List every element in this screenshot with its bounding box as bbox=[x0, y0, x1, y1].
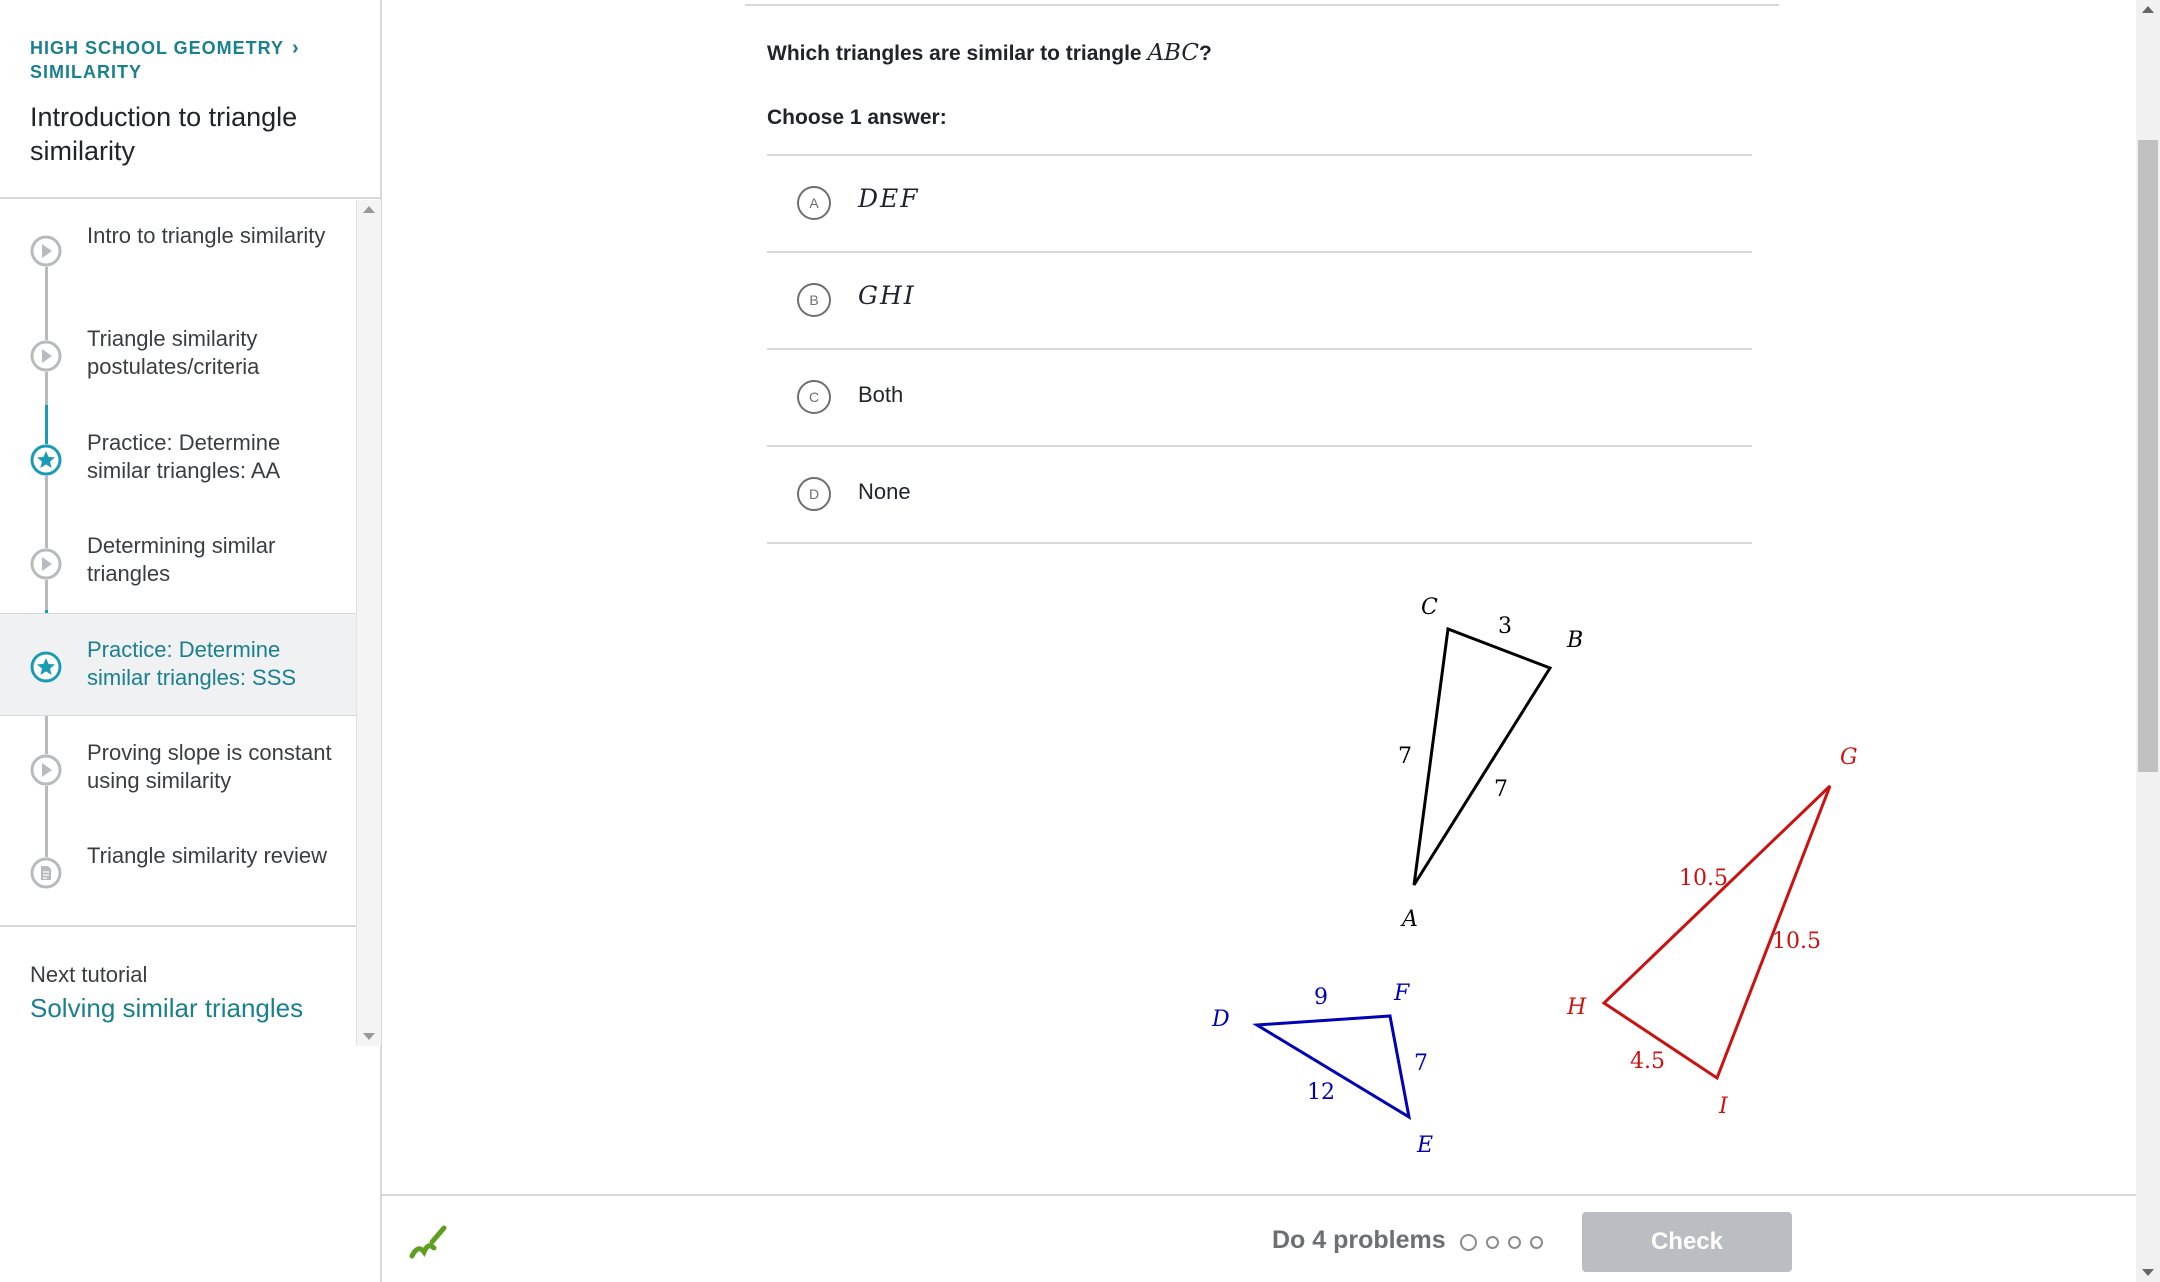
next-tutorial-link[interactable]: Solving similar triangles bbox=[30, 993, 303, 1024]
star-icon bbox=[30, 651, 62, 683]
play-icon bbox=[30, 754, 62, 786]
sidebar-item-review[interactable]: Triangle similarity review bbox=[0, 820, 356, 923]
tutorial-list: Intro to triangle similarity Triangle si… bbox=[0, 200, 356, 925]
breadcrumb-unit[interactable]: SIMILARITY bbox=[30, 62, 142, 82]
question-prompt: Which triangles are similar to triangle … bbox=[767, 40, 1212, 66]
choice-bubble[interactable]: C bbox=[797, 380, 831, 414]
vertex-i-label: I bbox=[1718, 1094, 1729, 1119]
sidebar-item-label: Practice: Determine similar triangles: A… bbox=[87, 430, 281, 483]
sidebar-header: HIGH SCHOOL GEOMETRY › SIMILARITY Introdu… bbox=[30, 36, 360, 168]
scroll-up-icon[interactable] bbox=[363, 206, 375, 213]
vertex-e-label: E bbox=[1416, 1133, 1433, 1158]
choice-text: None bbox=[858, 479, 911, 504]
progress-dots bbox=[1460, 1234, 1552, 1256]
triangle-def: D E F 9 7 12 bbox=[1211, 981, 1433, 1158]
answer-choice-c[interactable]: C Both bbox=[767, 348, 1752, 445]
side-cb-label: 3 bbox=[1498, 614, 1512, 639]
question-text: Which triangles are similar to triangle bbox=[767, 42, 1148, 65]
page-scrollbar[interactable] bbox=[2136, 0, 2160, 1282]
exercise-area: Which triangles are similar to triangle … bbox=[382, 0, 2136, 1194]
answer-choice-a[interactable]: A DEF bbox=[767, 154, 1752, 251]
sidebar-item-determining[interactable]: Determining similar triangles bbox=[0, 510, 356, 613]
pencil-icon[interactable] bbox=[408, 1222, 448, 1267]
breadcrumb-course[interactable]: HIGH SCHOOL GEOMETRY bbox=[30, 38, 284, 58]
side-ac-label: 7 bbox=[1398, 744, 1412, 769]
sidebar-scrollbar[interactable] bbox=[356, 200, 381, 1046]
triangle-abc: A B C 7 3 7 bbox=[1398, 595, 1583, 932]
vertex-f-label: F bbox=[1393, 981, 1410, 1006]
choice-bubble[interactable]: D bbox=[797, 477, 831, 511]
sidebar: HIGH SCHOOL GEOMETRY › SIMILARITY Introdu… bbox=[0, 0, 382, 1282]
sidebar-item-label: Proving slope is constant using similari… bbox=[87, 740, 332, 793]
choose-instruction: Choose 1 answer: bbox=[767, 106, 947, 129]
problem-count-label: Do 4 problems bbox=[1272, 1226, 1446, 1254]
side-hg-label: 10.5 bbox=[1679, 866, 1728, 891]
scroll-up-icon[interactable] bbox=[2142, 6, 2154, 13]
side-df-label: 9 bbox=[1314, 985, 1328, 1010]
sidebar-item-label: Practice: Determine similar triangles: S… bbox=[87, 637, 297, 690]
side-hi-label: 4.5 bbox=[1630, 1049, 1665, 1074]
answer-choice-d[interactable]: D None bbox=[767, 445, 1752, 544]
sidebar-item-postulates[interactable]: Triangle similarity postulates/criteria bbox=[0, 303, 356, 406]
side-ab-label: 7 bbox=[1494, 777, 1508, 802]
exercise-footer: Do 4 problems Check bbox=[382, 1194, 2136, 1282]
divider bbox=[0, 925, 356, 927]
sidebar-item-practice-aa[interactable]: Practice: Determine similar triangles: A… bbox=[0, 407, 356, 510]
triangle-ghi: G H I 10.5 10.5 4.5 bbox=[1566, 745, 1858, 1119]
vertex-d-label: D bbox=[1211, 1007, 1230, 1032]
side-fe-label: 7 bbox=[1414, 1051, 1428, 1076]
tutorial-title: Introduction to triangle similarity bbox=[30, 102, 298, 166]
vertex-b-label: B bbox=[1566, 628, 1583, 653]
choice-bubble[interactable]: B bbox=[797, 283, 831, 317]
sidebar-item-label: Triangle similarity postulates/criteria bbox=[87, 326, 260, 379]
choice-text: GHI bbox=[858, 281, 916, 310]
choice-text: Both bbox=[858, 382, 904, 407]
vertex-c-label: C bbox=[1421, 595, 1438, 620]
vertex-a-label: A bbox=[1400, 907, 1418, 932]
answer-choices: A DEF B GHI C Both D None bbox=[767, 154, 1752, 544]
play-icon bbox=[30, 235, 62, 267]
vertex-g-label: G bbox=[1840, 745, 1858, 770]
next-tutorial-label: Next tutorial bbox=[30, 962, 148, 987]
side-de-label: 12 bbox=[1307, 1080, 1335, 1105]
check-button[interactable]: Check bbox=[1582, 1212, 1792, 1272]
divider bbox=[745, 4, 1779, 6]
progress-dot bbox=[1486, 1236, 1499, 1249]
question-math: ABC bbox=[1147, 40, 1199, 66]
divider bbox=[0, 197, 380, 199]
progress-dot bbox=[1508, 1236, 1521, 1249]
sidebar-item-label: Determining similar triangles bbox=[87, 533, 276, 586]
sidebar-item-practice-sss[interactable]: Practice: Determine similar triangles: S… bbox=[0, 613, 356, 716]
progress-dot bbox=[1530, 1236, 1543, 1249]
document-icon bbox=[30, 857, 62, 889]
breadcrumb[interactable]: HIGH SCHOOL GEOMETRY › SIMILARITY bbox=[30, 36, 360, 84]
sidebar-item-intro[interactable]: Intro to triangle similarity bbox=[0, 200, 356, 303]
scroll-down-icon[interactable] bbox=[363, 1033, 375, 1040]
play-icon bbox=[30, 548, 62, 580]
sidebar-item-label: Intro to triangle similarity bbox=[87, 223, 326, 248]
scroll-down-icon[interactable] bbox=[2142, 1269, 2154, 1276]
sidebar-item-label: Triangle similarity review bbox=[87, 843, 328, 868]
answer-choice-b[interactable]: B GHI bbox=[767, 251, 1752, 348]
star-icon bbox=[30, 444, 62, 476]
choice-bubble[interactable]: A bbox=[797, 186, 831, 220]
chevron-right-icon: › bbox=[292, 37, 300, 59]
side-gi-label: 10.5 bbox=[1772, 929, 1821, 954]
triangles-figure: A B C 7 3 7 D E F 9 7 12 G H I 10.5 10.5… bbox=[1211, 595, 1858, 1158]
scrollbar-thumb[interactable] bbox=[2138, 140, 2158, 772]
play-icon bbox=[30, 340, 62, 372]
progress-dot bbox=[1460, 1234, 1477, 1251]
question-end: ? bbox=[1198, 42, 1212, 65]
sidebar-item-slope[interactable]: Proving slope is constant using similari… bbox=[0, 717, 356, 820]
vertex-h-label: H bbox=[1566, 995, 1587, 1020]
choice-text: DEF bbox=[858, 184, 920, 213]
